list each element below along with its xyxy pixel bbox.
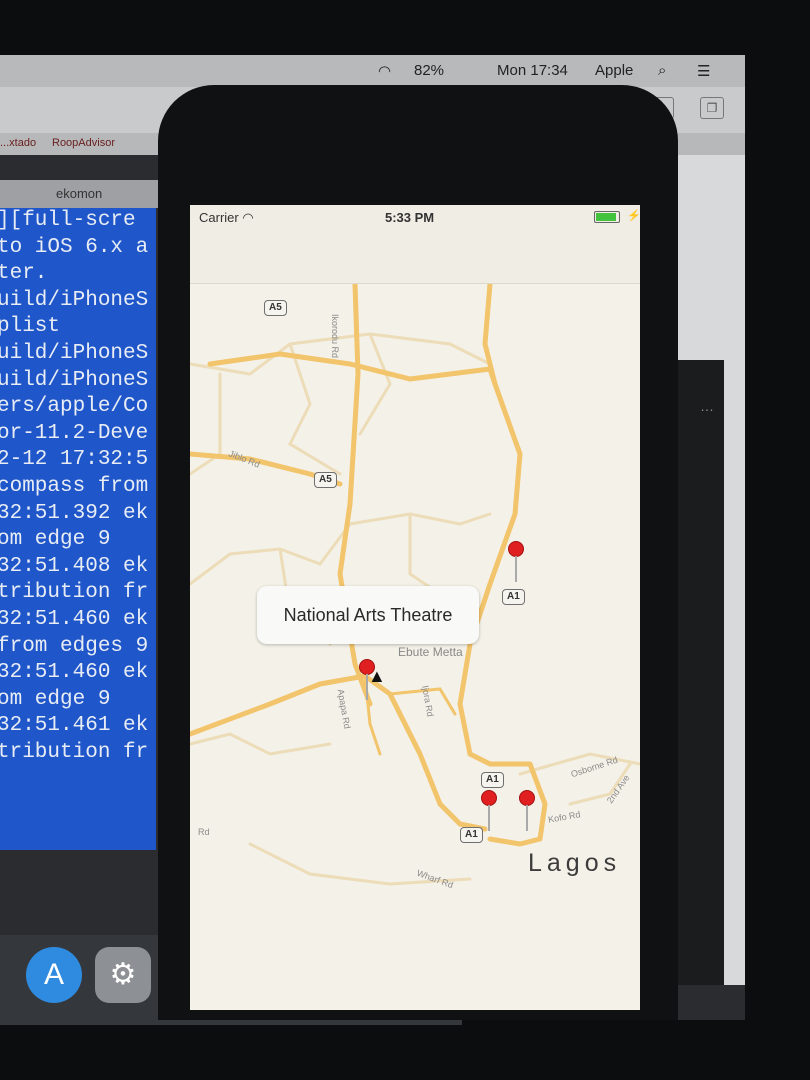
tabs-icon[interactable]: ❐ bbox=[700, 97, 724, 119]
route-shield: A1 bbox=[460, 827, 483, 843]
district-label: Ebute Metta bbox=[398, 645, 463, 659]
terminal-line: uild/iPhoneS bbox=[0, 368, 149, 392]
terminal-line: 32:51.460 ek bbox=[0, 661, 149, 685]
terminal-line: from edges 9 bbox=[0, 634, 149, 658]
mouse-cursor-icon: ▲ bbox=[368, 666, 386, 686]
menubar-clock[interactable]: Mon 17:34 bbox=[497, 62, 568, 79]
route-shield: A5 bbox=[264, 300, 287, 316]
terminal-tabstrip: ekomon bbox=[0, 180, 160, 208]
terminal-line: tribution fr bbox=[0, 740, 149, 764]
terminal-line: ][full-scre bbox=[0, 209, 136, 232]
pin-callout[interactable]: National Arts Theatre bbox=[257, 586, 479, 644]
terminal-line: plist bbox=[0, 315, 61, 339]
system-preferences-icon[interactable]: ⚙ bbox=[95, 947, 151, 1003]
terminal-line: uild/iPhoneS bbox=[0, 288, 149, 312]
battery-icon bbox=[594, 211, 620, 223]
terminal-line: om edge 9 bbox=[0, 528, 111, 552]
battery-percentage[interactable]: 82% bbox=[414, 62, 444, 79]
map-view[interactable]: A5 A5 A1 A1 A1 Ikorodu Rd Jiblo Rd Apapa… bbox=[190, 284, 640, 1010]
terminal-line: om edge 9 bbox=[0, 687, 111, 711]
notification-center-icon[interactable]: ☰ bbox=[697, 62, 710, 80]
terminal-window[interactable]: ][full-scre to iOS 6.x a ter. uild/iPhon… bbox=[0, 208, 156, 850]
terminal-line: tribution fr bbox=[0, 581, 149, 605]
map-pin[interactable] bbox=[481, 790, 497, 831]
map-pin[interactable] bbox=[508, 541, 524, 582]
mac-menubar: ◠ 82% Mon 17:34 Apple ⌕ ☰ bbox=[0, 55, 745, 87]
terminal-line: to iOS 6.x a bbox=[0, 235, 149, 259]
route-shield: A1 bbox=[481, 772, 504, 788]
status-time: 5:33 PM bbox=[385, 210, 435, 225]
background-dark-window: … bbox=[676, 360, 724, 985]
spotlight-icon[interactable]: ⌕ bbox=[658, 62, 666, 79]
ios-status-bar: Carrier ◠ 5:33 PM ⚡ bbox=[190, 205, 640, 284]
terminal-tab[interactable]: ekomon bbox=[56, 186, 102, 201]
terminal-line: or-11.2-Deve bbox=[0, 421, 149, 445]
city-label: Lagos bbox=[528, 849, 622, 877]
terminal-line: 32:51.461 ek bbox=[0, 714, 149, 738]
charging-icon: ⚡ bbox=[627, 210, 640, 222]
wifi-icon: ◠ bbox=[242, 210, 254, 225]
map-pin[interactable] bbox=[519, 790, 535, 831]
terminal-line: ter. bbox=[0, 262, 48, 286]
bookmark-item[interactable]: RoopAdvisor bbox=[52, 137, 115, 149]
bookmark-item[interactable]: ...xtado bbox=[0, 137, 36, 149]
terminal-line: compass from bbox=[0, 474, 149, 498]
road-label: Rd bbox=[198, 827, 210, 837]
terminal-line: ers/apple/Co bbox=[0, 395, 149, 419]
terminal-line: uild/iPhoneS bbox=[0, 341, 149, 365]
terminal-line: 32:51.408 ek bbox=[0, 554, 149, 578]
terminal-line: 2-12 17:32:5 bbox=[0, 448, 149, 472]
wifi-icon[interactable]: ◠ bbox=[378, 62, 391, 80]
more-icon[interactable]: … bbox=[700, 398, 714, 414]
road-label: Ikorodu Rd bbox=[330, 314, 340, 359]
app-store-icon[interactable]: A bbox=[26, 947, 82, 1003]
terminal-line: 32:51.460 ek bbox=[0, 607, 149, 631]
menubar-user[interactable]: Apple bbox=[595, 62, 633, 79]
terminal-line: 32:51.392 ek bbox=[0, 501, 149, 525]
route-shield: A1 bbox=[502, 589, 525, 605]
carrier-label: Carrier ◠ bbox=[199, 210, 254, 225]
route-shield: A5 bbox=[314, 472, 337, 488]
